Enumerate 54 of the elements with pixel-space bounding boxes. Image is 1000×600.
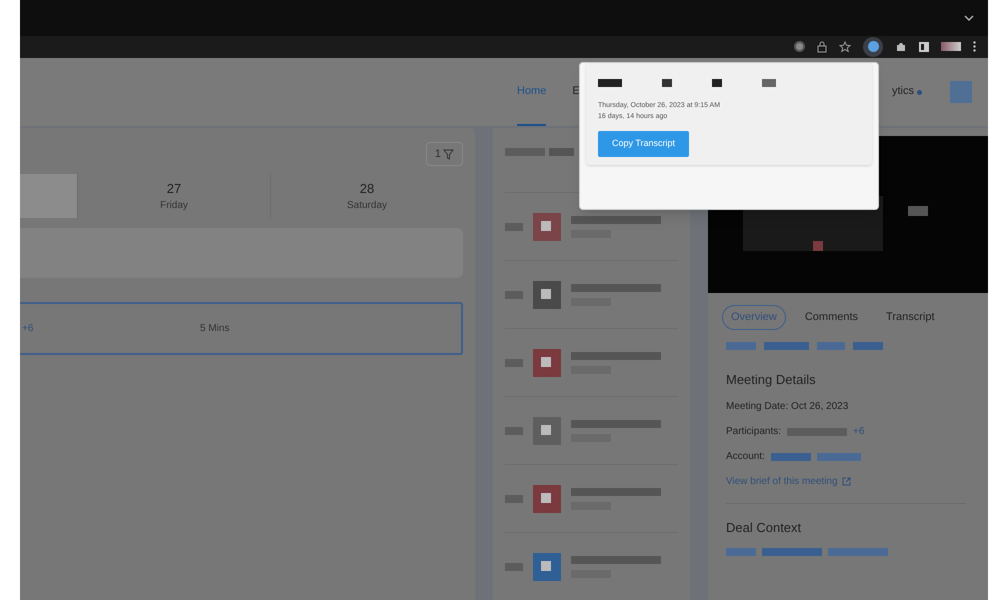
section-title: Deal Context xyxy=(726,519,802,537)
participants-more: +6 xyxy=(853,425,864,439)
globe-icon[interactable] xyxy=(794,41,805,52)
meeting-duration: 5 Mins xyxy=(200,322,230,336)
section-title: Meeting Details xyxy=(726,370,817,389)
redacted-text xyxy=(828,548,888,556)
redacted-text xyxy=(505,148,545,156)
star-icon[interactable] xyxy=(839,40,851,53)
more-icon[interactable] xyxy=(973,41,976,52)
sidebar-icon[interactable] xyxy=(919,42,929,52)
redacted-text xyxy=(817,342,845,350)
redacted-text xyxy=(505,562,523,570)
extension-icon[interactable] xyxy=(863,36,883,57)
filter-icon xyxy=(443,148,454,160)
external-link-icon xyxy=(842,477,851,486)
profile-icon[interactable] xyxy=(941,42,961,52)
redacted-text xyxy=(598,79,622,87)
redacted-text xyxy=(505,222,523,230)
redacted-text xyxy=(853,342,883,350)
day-number: 28 xyxy=(360,180,374,198)
day-number: 27 xyxy=(166,180,182,198)
meeting-date: Meeting Date: Oct 26, 2023 xyxy=(726,400,850,414)
redacted-text xyxy=(762,79,776,87)
participants-more: +6 xyxy=(22,322,34,336)
filter-button[interactable]: 1 xyxy=(426,142,463,166)
detail-tab[interactable]: Overview xyxy=(722,305,786,330)
redacted-text xyxy=(505,426,523,434)
redacted-text xyxy=(662,79,672,87)
day-name: Friday xyxy=(160,199,188,214)
redacted-text xyxy=(505,494,523,502)
redacted-text xyxy=(770,452,811,460)
detail-tab[interactable]: Transcript xyxy=(877,305,944,330)
nav-tab[interactable]: Home xyxy=(517,58,546,126)
meeting-card[interactable]: +6 5 Mins xyxy=(20,302,463,355)
copy-transcript-button[interactable]: Copy Transcript xyxy=(598,131,690,157)
participants-label: Participants: xyxy=(726,425,782,439)
redacted-text xyxy=(816,452,861,460)
redacted-text xyxy=(764,342,809,350)
redacted-text xyxy=(505,290,523,298)
redacted-text xyxy=(549,148,574,156)
redacted-text xyxy=(726,548,756,556)
day-name: Saturday xyxy=(346,199,388,214)
nav-tab[interactable]: E xyxy=(572,58,580,126)
chevron-down-icon[interactable] xyxy=(964,14,974,21)
detail-tab[interactable]: Comments xyxy=(796,305,868,330)
account-label: Account: xyxy=(726,450,765,464)
redacted-text xyxy=(712,79,722,87)
nav-tab[interactable]: ytics xyxy=(892,58,914,126)
redacted-text xyxy=(505,358,523,366)
redacted-text xyxy=(762,548,822,556)
brief-link[interactable]: View brief of this meeting xyxy=(726,474,970,489)
redacted-text xyxy=(726,342,756,350)
lock-icon[interactable] xyxy=(817,40,827,53)
redacted-text xyxy=(787,428,848,436)
